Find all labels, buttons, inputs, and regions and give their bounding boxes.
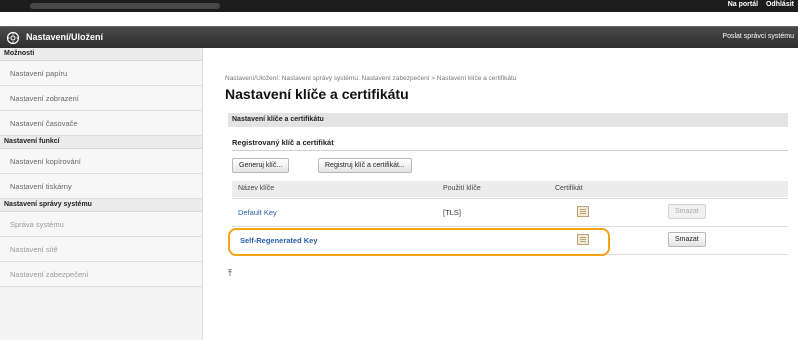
sidebar-item-timer[interactable]: Nastavení časovače — [0, 111, 202, 136]
sidebar: Možnosti Nastavení papíru Nastavení zobr… — [0, 48, 203, 340]
sidebar-item-copy[interactable]: Nastavení kopírování — [0, 149, 202, 174]
logout-link[interactable]: Odhlásit — [766, 1, 794, 8]
portal-link[interactable]: Na portál — [728, 1, 758, 8]
page-title: Nastavení klíče a certifikátu — [225, 86, 409, 102]
gear-icon — [6, 31, 20, 45]
app-header: Nastavení/Uložení Poslat správci systému — [0, 26, 798, 48]
row-divider — [232, 198, 788, 199]
sidebar-item-paper[interactable]: Nastavení papíru — [0, 61, 202, 86]
section-header: Nastavení klíče a certifikátu — [228, 113, 788, 127]
key-link-default[interactable]: Default Key — [238, 208, 277, 217]
generate-key-button[interactable]: Generuj klíč... — [232, 158, 290, 173]
top-links: Na portál Odhlásit — [722, 1, 794, 8]
sidebar-item-display[interactable]: Nastavení zobrazení — [0, 86, 202, 111]
sidebar-item-network[interactable]: Nastavení sítě — [0, 237, 202, 262]
subsection-title: Registrovaný klíč a certifikát — [232, 138, 334, 147]
sidebar-group-system: Nastavení správy systému — [0, 199, 202, 212]
certificate-icon[interactable] — [577, 206, 589, 217]
delete-button-self-regenerated[interactable]: Smazat — [668, 232, 706, 247]
key-usage-default: [TLS] — [443, 208, 461, 217]
sidebar-group-options: Možnosti — [0, 48, 202, 61]
column-header-name: Název klíče — [238, 185, 275, 192]
highlight-frame — [228, 228, 610, 256]
sidebar-item-printer[interactable]: Nastavení tiskárny — [0, 174, 202, 199]
register-key-button[interactable]: Registruj klíč a certifikát... — [318, 158, 412, 173]
column-header-usage: Použití klíče — [443, 185, 481, 192]
column-header-certificate: Certifikát — [555, 185, 583, 192]
row-divider — [232, 226, 788, 227]
top-bar: Na portál Odhlásit — [0, 0, 798, 12]
table-header — [232, 181, 788, 197]
page-heading: Nastavení/Uložení — [26, 32, 104, 42]
breadcrumb: Nastavení/Uložení: Nastavení správy syst… — [225, 75, 517, 82]
send-to-admin-link[interactable]: Poslat správci systému — [722, 33, 794, 40]
sidebar-group-functions: Nastavení funkcí — [0, 136, 202, 149]
device-name-blurred — [30, 3, 220, 9]
sidebar-item-security[interactable]: Nastavení zabezpečení — [0, 262, 202, 287]
back-to-top-icon[interactable]: ⤒ — [228, 268, 232, 279]
divider — [232, 150, 788, 151]
delete-button-default[interactable]: Smazat — [668, 204, 706, 219]
sidebar-item-system-management[interactable]: Správa systému — [0, 212, 202, 237]
